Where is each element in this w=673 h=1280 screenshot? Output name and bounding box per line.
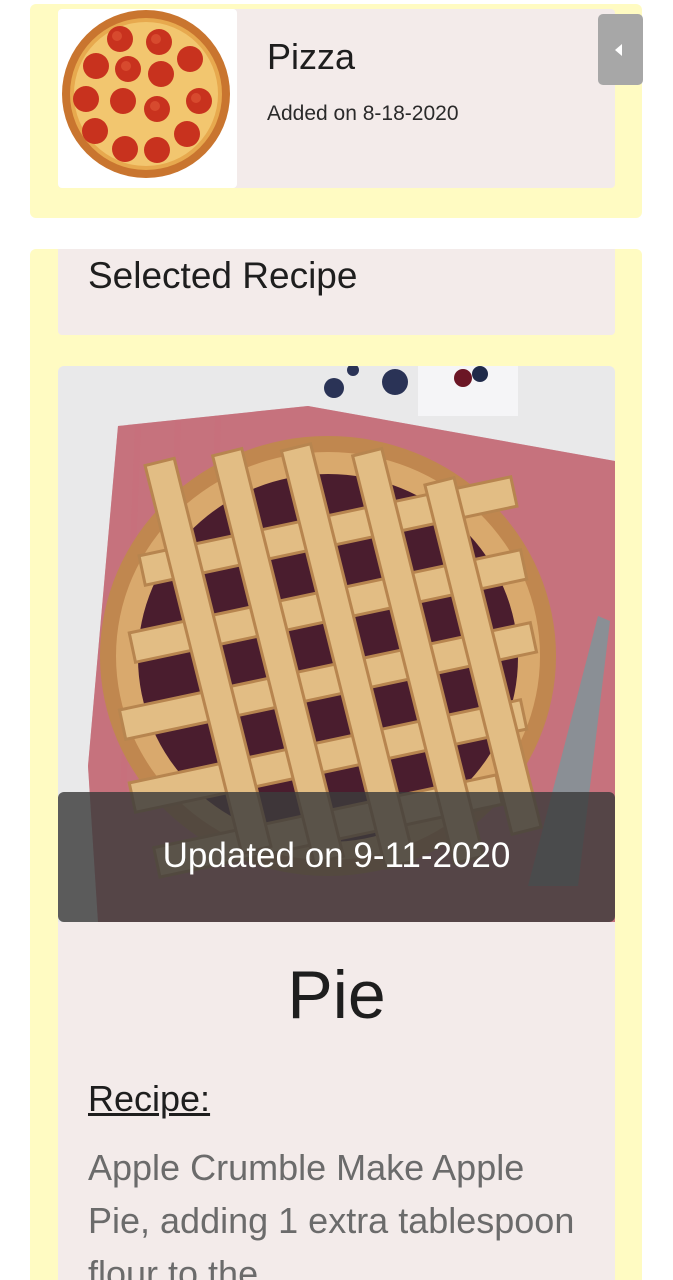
updated-overlay: Updated on 9-11-2020 bbox=[58, 792, 615, 922]
recipe-hero-image: Updated on 9-11-2020 bbox=[58, 366, 615, 922]
caret-left-icon bbox=[615, 44, 622, 56]
updated-date: Updated on 9-11-2020 bbox=[162, 836, 511, 875]
recipe-detail-card: Updated on 9-11-2020 Pie Recipe: Apple C… bbox=[58, 366, 615, 1280]
recipe-added-date: Added on 8-18-2020 bbox=[267, 102, 459, 125]
selected-recipe-panel: Selected Recipe Updated on 9-11-2020 Pie… bbox=[30, 249, 642, 1280]
page: Pizza Added on 8-18-2020 Selected Recipe bbox=[0, 0, 673, 1280]
recipe-list-panel: Pizza Added on 8-18-2020 bbox=[30, 4, 643, 218]
recipe-label: Recipe: bbox=[88, 1078, 211, 1119]
recipe-name: Pizza bbox=[267, 36, 356, 77]
recipe-title: Pie bbox=[287, 957, 386, 1033]
recipe-list-item[interactable]: Pizza Added on 8-18-2020 bbox=[58, 9, 643, 188]
recipe-instructions: Apple Crumble Make Apple Pie, adding 1 e… bbox=[88, 1147, 575, 1280]
collapse-button[interactable] bbox=[598, 14, 643, 85]
recipe-thumbnail bbox=[58, 9, 237, 188]
selected-recipe-heading: Selected Recipe bbox=[88, 255, 358, 296]
pizza-image bbox=[62, 10, 230, 178]
selected-recipe-header: Selected Recipe bbox=[58, 249, 615, 335]
